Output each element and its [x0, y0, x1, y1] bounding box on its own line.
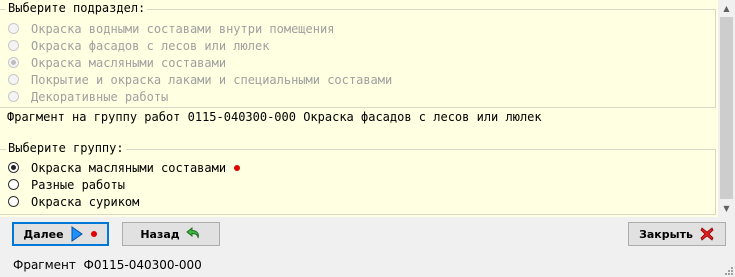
back-button[interactable]: Назад — [122, 222, 220, 246]
subsection-option-water[interactable]: Окраска водными составами внутри помещен… — [8, 20, 334, 37]
radio-icon — [8, 179, 19, 190]
option-label: Окраска масляными составами — [31, 160, 227, 175]
close-label: Закрыть — [639, 227, 693, 241]
radio-checked-icon — [8, 162, 19, 173]
next-button[interactable]: Далее — [12, 222, 109, 246]
fragment-description: Фрагмент на группу работ 0115-040300-000… — [7, 110, 542, 124]
radio-icon — [8, 91, 19, 102]
red-marker-icon — [90, 230, 98, 238]
radio-icon — [8, 196, 19, 207]
next-label: Далее — [23, 227, 64, 241]
radio-icon — [8, 23, 19, 34]
option-label: Разные работы — [31, 177, 125, 192]
option-label: Окраска фасадов с лесов или люлек — [31, 38, 270, 53]
content-panel: Выберите подраздел: Окраска водными сост… — [0, 0, 718, 217]
option-label: Покрытие и окраска лаками и специальными… — [31, 72, 393, 87]
subsection-option-oil[interactable]: Окраска масляными составами — [8, 54, 226, 71]
option-label: Окраска масляными составами — [31, 55, 227, 70]
radio-icon — [8, 40, 19, 51]
red-marker-icon — [234, 164, 241, 171]
play-arrow-icon — [70, 226, 84, 242]
subsection-title: Выберите подраздел: — [6, 1, 148, 15]
scroll-down-icon[interactable]: ▼ — [718, 200, 735, 217]
back-label: Назад — [140, 227, 180, 241]
group-selector: Выберите группу: Окраска масляными соста… — [0, 141, 716, 215]
option-label: Окраска водными составами внутри помещен… — [31, 21, 335, 36]
option-label: Декоративные работы — [31, 89, 169, 104]
status-value: Ф0115-040300-000 — [83, 258, 202, 272]
subsection-option-decorative[interactable]: Декоративные работы — [8, 88, 168, 105]
close-button[interactable]: Закрыть — [628, 222, 726, 246]
vertical-scrollbar[interactable]: ▲ ▼ — [718, 0, 735, 217]
status-label: Фрагмент — [13, 258, 76, 272]
radio-checked-icon — [8, 57, 19, 68]
status-bar: Фрагмент Ф0115-040300-000 — [0, 256, 735, 277]
close-x-icon — [699, 226, 715, 242]
status-text: Фрагмент Ф0115-040300-000 — [13, 258, 202, 272]
group-title: Выберите группу: — [6, 141, 126, 155]
radio-icon — [8, 74, 19, 85]
group-option-minium[interactable]: Окраска суриком — [8, 193, 139, 210]
group-option-oil[interactable]: Окраска масляными составами — [8, 159, 241, 176]
resize-grip-icon[interactable] — [723, 265, 733, 275]
option-label: Окраска суриком — [31, 194, 140, 209]
subsection-group: Выберите подраздел: Окраска водными сост… — [0, 1, 716, 108]
subsection-option-facade[interactable]: Окраска фасадов с лесов или люлек — [8, 37, 269, 54]
group-option-misc[interactable]: Разные работы — [8, 176, 125, 193]
subsection-option-lacquer[interactable]: Покрытие и окраска лаками и специальными… — [8, 71, 392, 88]
undo-arrow-icon — [185, 226, 202, 242]
scroll-up-icon[interactable]: ▲ — [718, 0, 735, 17]
scroll-thumb[interactable] — [720, 17, 733, 199]
